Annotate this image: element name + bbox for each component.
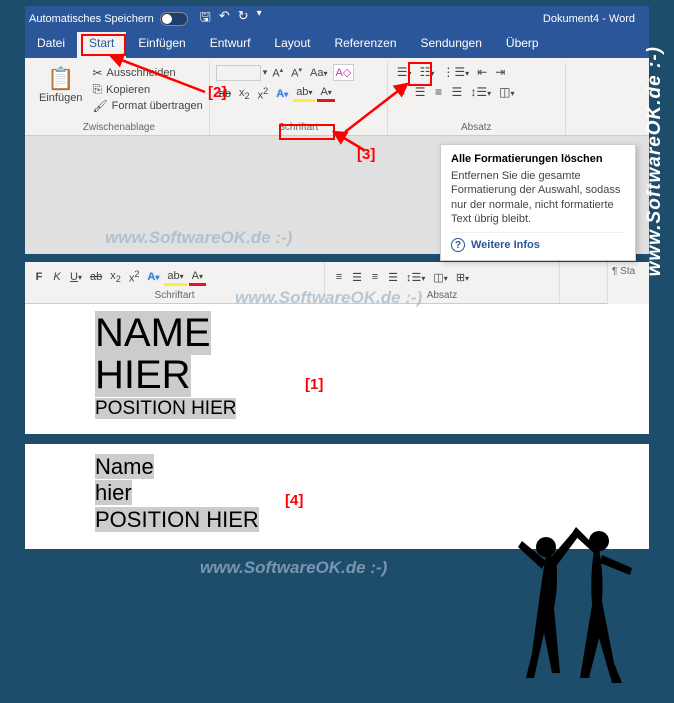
- doc2-line2: hier: [95, 480, 132, 505]
- copy-button[interactable]: ⎘Kopieren: [92, 82, 202, 97]
- change-case-button[interactable]: Aa▾: [307, 66, 330, 80]
- bullets-button[interactable]: ☰▾: [394, 64, 415, 80]
- superscript-button[interactable]: x2: [255, 85, 272, 103]
- align-right-button[interactable]: ≡: [367, 270, 383, 284]
- callout-3: [3]: [357, 146, 375, 163]
- text-effects-button[interactable]: A▾: [144, 270, 162, 284]
- scissors-icon: ✂: [92, 66, 102, 80]
- undo-icon[interactable]: ↶: [219, 8, 230, 30]
- font-group-label: Schriftart: [31, 290, 318, 301]
- tab-start[interactable]: Start: [77, 32, 126, 58]
- font-color-button[interactable]: A▾: [189, 269, 206, 286]
- font-group-label: Schriftart: [216, 120, 381, 135]
- multilevel-button[interactable]: ⋮☰▾: [439, 64, 472, 80]
- numbering-button[interactable]: ☷▾: [417, 64, 438, 80]
- tooltip-more-link[interactable]: ?Weitere Infos: [451, 232, 625, 252]
- tab-ueberpruefen[interactable]: Überp: [494, 32, 551, 58]
- document-area-1[interactable]: NAME HIER POSITION HIER [1]: [25, 304, 649, 434]
- document-title: Dokument4 - Word: [543, 13, 635, 25]
- decrease-indent-button[interactable]: ⇤: [474, 64, 490, 80]
- doc2-line3: POSITION HIER: [95, 507, 259, 532]
- quick-access-toolbar: 🖫 ↶ ↻ ▾: [200, 8, 262, 30]
- line-spacing-button[interactable]: ↕☰▾: [467, 84, 494, 100]
- tooltip-clear-formatting: Alle Formatierungen löschen Entfernen Si…: [440, 144, 636, 261]
- shading-button[interactable]: ◫▾: [430, 270, 450, 285]
- bold-button[interactable]: F: [31, 270, 47, 284]
- format-painter-button[interactable]: 🖌Format übertragen: [92, 99, 202, 113]
- watermark-side: www.SoftwareOK.de :-): [644, 46, 666, 276]
- callout-1: [1]: [305, 376, 323, 393]
- tab-entwurf[interactable]: Entwurf: [198, 32, 263, 58]
- callout-2: [2]: [208, 84, 226, 101]
- underline-button[interactable]: U▾: [67, 270, 85, 284]
- align-right-button[interactable]: ≡: [431, 84, 447, 100]
- save-icon[interactable]: 🖫: [200, 8, 211, 30]
- doc1-line2: HIER: [95, 353, 191, 397]
- borders-button[interactable]: ⊞▾: [453, 270, 472, 285]
- autosave-toggle[interactable]: [160, 12, 188, 26]
- clipboard-icon: 📋: [47, 66, 74, 92]
- callout-4: [4]: [285, 492, 303, 509]
- autosave-group: Automatisches Speichern: [29, 12, 188, 26]
- copy-icon: ⎘: [92, 82, 102, 97]
- title-bar: Automatisches Speichern 🖫 ↶ ↻ ▾ Dokument…: [25, 6, 649, 32]
- subscript-button[interactable]: x2: [236, 86, 253, 102]
- redo-icon[interactable]: ↻: [238, 8, 249, 30]
- tooltip-title: Alle Formatierungen löschen: [451, 153, 625, 165]
- cut-button[interactable]: ✂Ausschneiden: [92, 66, 202, 80]
- line-spacing-button[interactable]: ↕☰▾: [403, 270, 428, 285]
- doc1-line3: POSITION HIER: [95, 398, 236, 419]
- clipboard-group: 📋 Einfügen ✂Ausschneiden ⎘Kopieren 🖌Form…: [29, 62, 210, 135]
- strikethrough-button[interactable]: ab: [87, 270, 105, 284]
- align-left-button[interactable]: ≡: [394, 84, 410, 100]
- ribbon: 📋 Einfügen ✂Ausschneiden ⎘Kopieren 🖌Form…: [25, 58, 649, 136]
- highlight-button[interactable]: ab▾: [293, 85, 315, 102]
- clear-formatting-button[interactable]: A◇: [333, 64, 355, 81]
- paste-button[interactable]: 📋 Einfügen: [35, 64, 86, 120]
- mini-toolbar: F K U▾ ab x2 x2 A▾ ab▾ A▾ Schriftart ≡ ☰…: [25, 262, 649, 304]
- shrink-font-button[interactable]: A▾: [288, 65, 305, 81]
- increase-indent-button[interactable]: ⇥: [492, 64, 508, 80]
- text-effects-button[interactable]: A▾: [273, 87, 291, 101]
- dancing-figures-icon: [504, 513, 644, 683]
- italic-button[interactable]: K: [49, 270, 65, 284]
- justify-button[interactable]: ☰: [449, 84, 466, 100]
- help-icon: ?: [451, 238, 465, 252]
- watermark: www.SoftwareOK.de :-): [200, 558, 387, 578]
- clipboard-group-label: Zwischenablage: [35, 120, 203, 135]
- shading-button[interactable]: ◫▾: [496, 84, 517, 100]
- justify-button[interactable]: ☰: [385, 270, 401, 285]
- qat-more-icon[interactable]: ▾: [257, 8, 262, 30]
- tab-sendungen[interactable]: Sendungen: [409, 32, 494, 58]
- paragraph-group: ☰▾ ☷▾ ⋮☰▾ ⇤ ⇥ ≡ ☰ ≡ ☰ ↕☰▾ ◫▾ Absatz: [388, 62, 566, 135]
- font-color-button[interactable]: A▾: [317, 85, 334, 102]
- align-center-button[interactable]: ☰: [349, 270, 365, 285]
- tab-datei[interactable]: Datei: [25, 32, 77, 58]
- highlight-button[interactable]: ab▾: [164, 269, 186, 286]
- superscript-button[interactable]: x2: [126, 268, 143, 286]
- grow-font-button[interactable]: A▴: [269, 65, 286, 81]
- align-center-button[interactable]: ☰: [412, 84, 429, 100]
- subscript-button[interactable]: x2: [107, 269, 124, 285]
- tooltip-body: Entfernen Sie die gesamte Formatierung d…: [451, 169, 625, 226]
- align-left-button[interactable]: ≡: [331, 270, 347, 284]
- paragraph-group-label: Absatz: [394, 120, 559, 135]
- tab-layout[interactable]: Layout: [262, 32, 322, 58]
- doc1-line1: NAME: [95, 311, 211, 355]
- autosave-label: Automatisches Speichern: [29, 13, 154, 25]
- font-name-dropdown[interactable]: [216, 65, 261, 81]
- brush-icon: 🖌: [92, 99, 107, 113]
- tab-einfuegen[interactable]: Einfügen: [126, 32, 197, 58]
- font-group: ▾ A▴ A▾ Aa▾ A◇ ab x2 x2 A▾ ab▾ A▾ Schrif…: [210, 62, 388, 135]
- ribbon-tabs: Datei Start Einfügen Entwurf Layout Refe…: [25, 32, 649, 58]
- doc2-line1: Name: [95, 454, 154, 479]
- paragraph-group-label: Absatz: [331, 290, 553, 301]
- tab-referenzen[interactable]: Referenzen: [322, 32, 408, 58]
